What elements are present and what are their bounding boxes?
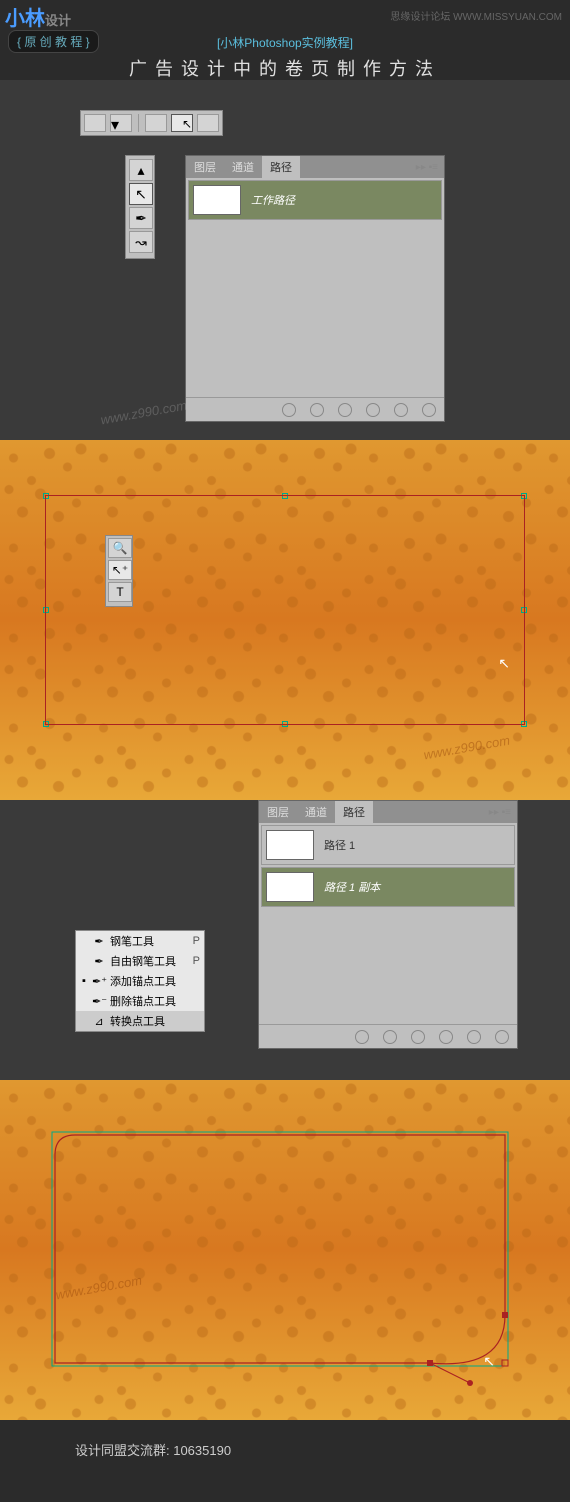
panel-body (259, 909, 517, 1024)
freeform-pen-icon: ✒ (92, 955, 106, 968)
pen-menu-item[interactable]: ✒ 自由钢笔工具 P (76, 951, 204, 971)
selection-path-icon[interactable] (411, 1030, 425, 1044)
path-label: 路径 1 副本 (324, 879, 380, 895)
cursor-icon: ↖ (498, 655, 510, 672)
shape-layers-button[interactable] (84, 114, 106, 132)
path-row-1-copy[interactable]: 路径 1 副本 (261, 867, 515, 907)
stroke-path-icon[interactable] (383, 1030, 397, 1044)
panel-collapse-icon[interactable]: ▸▸ ▪≡ (483, 807, 517, 818)
tab-paths[interactable]: 路径 (335, 801, 373, 823)
stroke-path-icon[interactable] (310, 403, 324, 417)
footer-text: 设计同盟交流群: 10635190 (0, 1420, 570, 1489)
menu-label: 添加锚点工具 (110, 973, 176, 989)
tab-layers[interactable]: 图层 (259, 801, 297, 823)
direct-selection-tool[interactable]: ↖ (129, 183, 153, 205)
pen-icon: ✒ (92, 935, 106, 948)
path-outline (45, 495, 525, 725)
shortcut: P (193, 935, 200, 947)
separator (138, 114, 139, 132)
logo-sub: 设计 (45, 13, 71, 28)
new-path-icon[interactable] (467, 1030, 481, 1044)
menu-label: 删除锚点工具 (110, 993, 176, 1009)
shortcut: P (193, 955, 200, 967)
options-toolbar: ▾ ↖ (80, 110, 223, 136)
panel-footer (186, 397, 444, 421)
section-panel-1: ▾ ↖ ▴ ↖ ✒ ↝ 图层 通道 路径 ▸▸ ▪≡ 工作路径 ww (0, 80, 570, 440)
watermark: www.z990.com (99, 398, 188, 428)
fill-path-icon[interactable] (282, 403, 296, 417)
panel-tabs: 图层 通道 路径 ▸▸ ▪≡ (259, 801, 517, 823)
active-dot: ▪ (80, 975, 88, 987)
panel-body (186, 222, 444, 397)
new-path-icon[interactable] (394, 403, 408, 417)
convert-tool[interactable]: ↝ (129, 231, 153, 253)
menu-label: 自由钢笔工具 (110, 953, 176, 969)
path-label: 路径 1 (324, 837, 355, 853)
panel-tabs: 图层 通道 路径 ▸▸ ▪≡ (186, 156, 444, 178)
menu-label: 转换点工具 (110, 1013, 165, 1029)
tutorial-header: 小林设计 { 原 创 教 程 } 思缘设计论坛 WWW.MISSYUAN.COM… (0, 0, 570, 80)
section-panel-2: 图层 通道 路径 ▸▸ ▪≡ 路径 1 路径 1 副本 ✒ 钢笔工具 P (0, 800, 570, 1080)
fill-pixels-button[interactable] (197, 114, 219, 132)
mini-toolbar: 🔍 ↖⁺ T (105, 535, 133, 607)
paths-panel-2: 图层 通道 路径 ▸▸ ▪≡ 路径 1 路径 1 副本 (258, 800, 518, 1049)
delete-anchor-icon: ✒⁻ (92, 995, 106, 1008)
pen-tool[interactable]: ✒ (129, 207, 153, 229)
paths-panel-1: 图层 通道 路径 ▸▸ ▪≡ 工作路径 (185, 155, 445, 422)
add-anchor-icon: ✒⁺ (92, 975, 106, 988)
selection-path-icon[interactable] (338, 403, 352, 417)
page-title: 广告设计中的卷页制作方法 (10, 51, 560, 81)
tab-channels[interactable]: 通道 (297, 801, 335, 823)
tab-channels[interactable]: 通道 (224, 156, 262, 178)
cursor-icon: ↖ (483, 1353, 495, 1370)
path-selection-tool[interactable]: ▴ (129, 159, 153, 181)
rect-button[interactable] (145, 114, 167, 132)
dropdown-button[interactable]: ▾ (110, 114, 132, 132)
panel-collapse-icon[interactable]: ▸▸ ▪≡ (410, 162, 444, 173)
paths-button[interactable]: ↖ (171, 114, 193, 132)
type-tool[interactable]: T (108, 582, 132, 602)
section-canvas-2: ↖ www.z990.com (0, 1080, 570, 1420)
delete-path-icon[interactable] (422, 403, 436, 417)
cursor-icon: ↖ (182, 117, 192, 131)
make-path-icon[interactable] (439, 1030, 453, 1044)
logo-tag: { 原 创 教 程 } (8, 30, 99, 53)
source-watermark: 思缘设计论坛 WWW.MISSYUAN.COM (390, 8, 562, 23)
panel-footer (259, 1024, 517, 1048)
zoom-tool[interactable]: 🔍 (108, 538, 132, 558)
path-row-1[interactable]: 路径 1 (261, 825, 515, 865)
path-row-work[interactable]: 工作路径 (188, 180, 442, 220)
pen-tool-menu: ✒ 钢笔工具 P ✒ 自由钢笔工具 P ▪ ✒⁺ 添加锚点工具 ✒⁻ 删除锚点工… (75, 930, 205, 1032)
pen-menu-item[interactable]: ▪ ✒⁺ 添加锚点工具 (76, 971, 204, 991)
pen-menu-item[interactable]: ✒ 钢笔工具 P (76, 931, 204, 951)
convert-point-icon: ⊿ (92, 1015, 106, 1028)
pen-menu-item[interactable]: ✒⁻ 删除锚点工具 (76, 991, 204, 1011)
path-label: 工作路径 (251, 192, 295, 208)
section-canvas-1: 🔍 ↖⁺ T ↖ www.z990.com (0, 440, 570, 800)
path-thumbnail (266, 872, 314, 902)
path-thumbnail (193, 185, 241, 215)
pen-menu-item[interactable]: ⊿ 转换点工具 (76, 1011, 204, 1031)
vertical-toolbar: ▴ ↖ ✒ ↝ (125, 155, 155, 259)
direct-select-tool[interactable]: ↖⁺ (108, 560, 132, 580)
tab-layers[interactable]: 图层 (186, 156, 224, 178)
tab-paths[interactable]: 路径 (262, 156, 300, 178)
logo: 小林设计 (5, 2, 71, 31)
logo-main: 小林 (5, 8, 45, 30)
make-path-icon[interactable] (366, 403, 380, 417)
fill-path-icon[interactable] (355, 1030, 369, 1044)
delete-path-icon[interactable] (495, 1030, 509, 1044)
menu-label: 钢笔工具 (110, 933, 154, 949)
path-thumbnail (266, 830, 314, 860)
